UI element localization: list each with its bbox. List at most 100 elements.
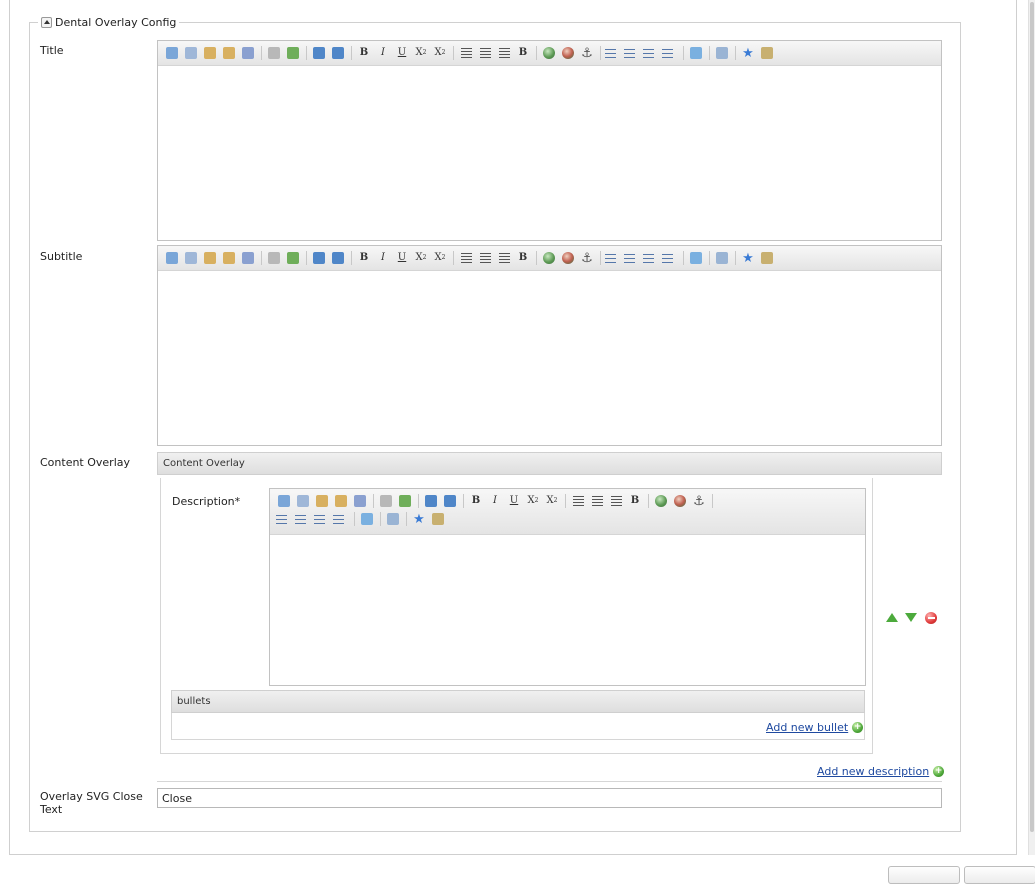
numbered-list-icon[interactable] [295, 511, 311, 527]
unlink-icon[interactable] [378, 493, 394, 509]
paste-icon[interactable] [314, 493, 330, 509]
fieldset-legend[interactable]: Dental Overlay Config [38, 14, 180, 30]
outdent-icon[interactable] [643, 45, 659, 61]
align-center-icon[interactable] [477, 45, 493, 61]
align-right-icon[interactable] [608, 493, 624, 509]
bullet-list-icon[interactable] [605, 250, 621, 266]
superscript-icon[interactable]: X2 [432, 45, 448, 61]
italic-icon[interactable]: I [487, 493, 503, 509]
undo-icon[interactable] [423, 493, 439, 509]
source-icon[interactable] [430, 511, 446, 527]
paste-word-icon[interactable] [240, 45, 256, 61]
bullet-list-icon[interactable] [276, 511, 292, 527]
undo-icon[interactable] [311, 250, 327, 266]
add-icon[interactable]: + [933, 766, 945, 777]
special-char-icon[interactable]: ★ [740, 45, 756, 61]
underline-icon[interactable]: U [506, 493, 522, 509]
paste-text-icon[interactable] [221, 250, 237, 266]
bold-block-icon[interactable]: B [515, 250, 531, 266]
scrollbar-thumb[interactable] [1030, 2, 1034, 832]
undo-icon[interactable] [311, 45, 327, 61]
align-right-icon[interactable] [496, 45, 512, 61]
add-description-link[interactable]: Add new description [817, 765, 929, 778]
link-icon[interactable] [397, 493, 413, 509]
italic-icon[interactable]: I [375, 45, 391, 61]
spellcheck-icon[interactable] [688, 250, 704, 266]
copy-icon[interactable] [295, 493, 311, 509]
source-icon[interactable] [759, 45, 775, 61]
bold-icon[interactable]: B [356, 45, 372, 61]
add-bullet-control[interactable]: Add new bullet + [766, 721, 864, 734]
numbered-list-icon[interactable] [624, 250, 640, 266]
subscript-icon[interactable]: X2 [413, 250, 429, 266]
flash-icon[interactable] [560, 250, 576, 266]
indent-icon[interactable] [333, 511, 349, 527]
spellcheck-icon[interactable] [359, 511, 375, 527]
paste-word-icon[interactable] [240, 250, 256, 266]
vertical-scrollbar[interactable] [1028, 0, 1035, 855]
redo-icon[interactable] [330, 250, 346, 266]
image-icon[interactable] [541, 45, 557, 61]
unlink-icon[interactable] [266, 45, 282, 61]
bold-block-icon[interactable]: B [627, 493, 643, 509]
align-right-icon[interactable] [496, 250, 512, 266]
overlay-close-input[interactable] [157, 788, 942, 808]
align-left-icon[interactable] [458, 250, 474, 266]
image-icon[interactable] [541, 250, 557, 266]
image-icon[interactable] [653, 493, 669, 509]
table-icon[interactable] [714, 45, 730, 61]
paste-text-icon[interactable] [221, 45, 237, 61]
numbered-list-icon[interactable] [624, 45, 640, 61]
dialog-button-right[interactable] [964, 866, 1035, 884]
cut-icon[interactable] [164, 250, 180, 266]
bold-icon[interactable]: B [356, 250, 372, 266]
indent-icon[interactable] [662, 45, 678, 61]
description-editor[interactable]: B I U X 2 X 2 B ⚓ ★ [269, 488, 866, 686]
dialog-button-left[interactable] [888, 866, 960, 884]
underline-icon[interactable]: U [394, 250, 410, 266]
bold-icon[interactable]: B [468, 493, 484, 509]
copy-icon[interactable] [183, 45, 199, 61]
bullet-list-icon[interactable] [605, 45, 621, 61]
title-editor[interactable]: B I U X 2 X 2 B ⚓ ★ [157, 40, 942, 241]
special-char-icon[interactable]: ★ [411, 511, 427, 527]
outdent-icon[interactable] [314, 511, 330, 527]
superscript-icon[interactable]: X2 [432, 250, 448, 266]
subscript-icon[interactable]: X2 [525, 493, 541, 509]
link-icon[interactable] [285, 45, 301, 61]
align-left-icon[interactable] [570, 493, 586, 509]
special-char-icon[interactable]: ★ [740, 250, 756, 266]
flash-icon[interactable] [672, 493, 688, 509]
add-bullet-link[interactable]: Add new bullet [766, 721, 848, 734]
paste-icon[interactable] [202, 45, 218, 61]
anchor-icon[interactable]: ⚓ [579, 45, 595, 61]
outdent-icon[interactable] [643, 250, 659, 266]
subscript-icon[interactable]: X2 [413, 45, 429, 61]
spellcheck-icon[interactable] [688, 45, 704, 61]
anchor-icon[interactable]: ⚓ [691, 493, 707, 509]
align-center-icon[interactable] [589, 493, 605, 509]
unlink-icon[interactable] [266, 250, 282, 266]
subtitle-editor[interactable]: B I U X 2 X 2 B ⚓ ★ [157, 245, 942, 446]
underline-icon[interactable]: U [394, 45, 410, 61]
add-icon[interactable]: + [852, 722, 864, 733]
table-icon[interactable] [714, 250, 730, 266]
indent-icon[interactable] [662, 250, 678, 266]
link-icon[interactable] [285, 250, 301, 266]
italic-icon[interactable]: I [375, 250, 391, 266]
cut-icon[interactable] [164, 45, 180, 61]
paste-icon[interactable] [202, 250, 218, 266]
move-down-icon[interactable] [905, 613, 917, 622]
anchor-icon[interactable]: ⚓ [579, 250, 595, 266]
table-icon[interactable] [385, 511, 401, 527]
move-up-icon[interactable] [886, 613, 898, 622]
paste-word-icon[interactable] [352, 493, 368, 509]
paste-text-icon[interactable] [333, 493, 349, 509]
redo-icon[interactable] [442, 493, 458, 509]
cut-icon[interactable] [276, 493, 292, 509]
bold-block-icon[interactable]: B [515, 45, 531, 61]
redo-icon[interactable] [330, 45, 346, 61]
collapse-toggle-icon[interactable] [41, 16, 52, 28]
remove-icon[interactable] [925, 612, 937, 624]
superscript-icon[interactable]: X2 [544, 493, 560, 509]
